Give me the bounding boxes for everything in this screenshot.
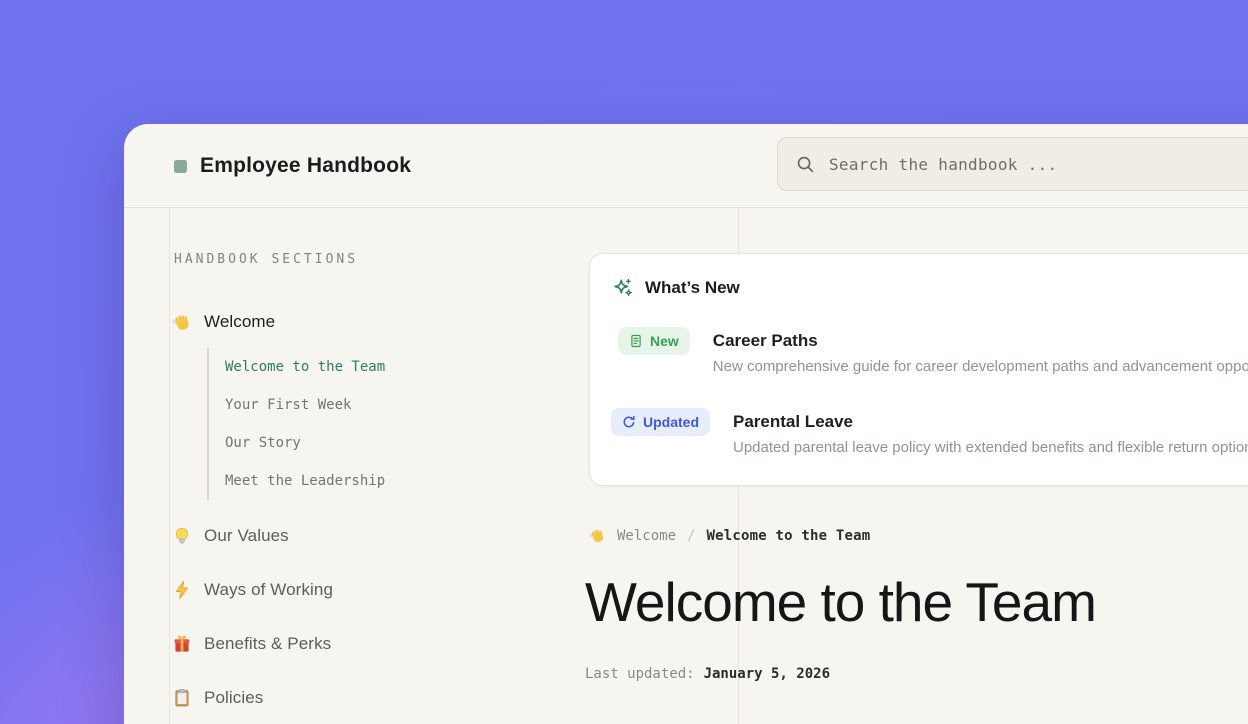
sidebar-section-label: HANDBOOK SECTIONS bbox=[174, 252, 358, 267]
subnav-item-meet-the-leadership[interactable]: Meet the Leadership bbox=[225, 462, 385, 500]
app-brand: Employee Handbook bbox=[174, 124, 411, 208]
subnav-item-welcome-to-the-team[interactable]: Welcome to the Team bbox=[225, 348, 385, 386]
entry-text: Career Paths New comprehensive guide for… bbox=[713, 327, 1248, 375]
breadcrumb: Welcome / Welcome to the Team bbox=[589, 527, 870, 544]
updated-badge: Updated bbox=[611, 408, 710, 436]
entry-text: Parental Leave Updated parental leave po… bbox=[733, 408, 1248, 456]
lightning-bolt-icon bbox=[172, 580, 192, 600]
breadcrumb-section[interactable]: Welcome bbox=[617, 528, 676, 544]
last-updated: Last updated: January 5, 2026 bbox=[585, 666, 830, 682]
sidebar-item-policies[interactable]: Policies bbox=[172, 685, 263, 711]
app-title: Employee Handbook bbox=[200, 154, 411, 178]
subnav-item-your-first-week[interactable]: Your First Week bbox=[225, 386, 385, 424]
search-icon bbox=[795, 154, 816, 175]
breadcrumb-separator: / bbox=[687, 528, 695, 544]
search-placeholder: Search the handbook ... bbox=[829, 155, 1057, 174]
light-bulb-icon bbox=[172, 526, 192, 546]
sidebar-item-label: Our Values bbox=[204, 526, 289, 546]
logo-icon bbox=[174, 160, 187, 173]
sidebar-item-ways-of-working[interactable]: Ways of Working bbox=[172, 577, 333, 603]
sidebar-item-label: Policies bbox=[204, 688, 263, 708]
badge-label: New bbox=[650, 333, 679, 349]
gift-icon bbox=[172, 634, 192, 654]
waving-hand-icon bbox=[172, 312, 192, 332]
entry-description: Updated parental leave policy with exten… bbox=[733, 439, 1248, 456]
whats-new-header: What’s New bbox=[612, 277, 740, 299]
waving-hand-icon bbox=[589, 527, 606, 544]
whats-new-title: What’s New bbox=[645, 278, 740, 298]
grid-rule-left bbox=[169, 208, 170, 724]
subnav-item-our-story[interactable]: Our Story bbox=[225, 424, 385, 462]
entry-description: New comprehensive guide for career devel… bbox=[713, 358, 1248, 375]
sidebar-item-welcome[interactable]: Welcome bbox=[172, 309, 275, 335]
sidebar-item-label: Welcome bbox=[204, 312, 275, 332]
new-badge: New bbox=[618, 327, 690, 355]
clipboard-icon bbox=[172, 688, 192, 708]
app-header: Employee Handbook Search the handbook ..… bbox=[124, 124, 1248, 208]
page-title: Welcome to the Team bbox=[585, 574, 1096, 632]
sidebar-item-label: Benefits & Perks bbox=[204, 634, 331, 654]
breadcrumb-current: Welcome to the Team bbox=[706, 528, 870, 544]
last-updated-value: January 5, 2026 bbox=[704, 666, 830, 682]
sidebar-item-our-values[interactable]: Our Values bbox=[172, 523, 289, 549]
whats-new-entry-career-paths[interactable]: New Career Paths New comprehensive guide… bbox=[618, 327, 1248, 375]
entry-title: Career Paths bbox=[713, 331, 1248, 351]
entry-title: Parental Leave bbox=[733, 412, 1248, 432]
badge-label: Updated bbox=[643, 414, 699, 430]
sidebar-item-label: Ways of Working bbox=[204, 580, 333, 600]
sparkles-icon bbox=[612, 277, 634, 299]
refresh-icon bbox=[622, 415, 636, 429]
document-icon bbox=[629, 334, 643, 348]
whats-new-entry-parental-leave[interactable]: Updated Parental Leave Updated parental … bbox=[611, 408, 1248, 456]
app-window: Employee Handbook Search the handbook ..… bbox=[124, 124, 1248, 724]
sidebar-subnav: Welcome to the Team Your First Week Our … bbox=[207, 348, 385, 500]
whats-new-card: What’s New New Career Paths New comprehe… bbox=[589, 253, 1248, 486]
desktop-background: Employee Handbook Search the handbook ..… bbox=[0, 0, 1248, 724]
last-updated-label: Last updated: bbox=[585, 666, 695, 682]
search-input[interactable]: Search the handbook ... bbox=[777, 137, 1248, 191]
sidebar-item-benefits-perks[interactable]: Benefits & Perks bbox=[172, 631, 331, 657]
